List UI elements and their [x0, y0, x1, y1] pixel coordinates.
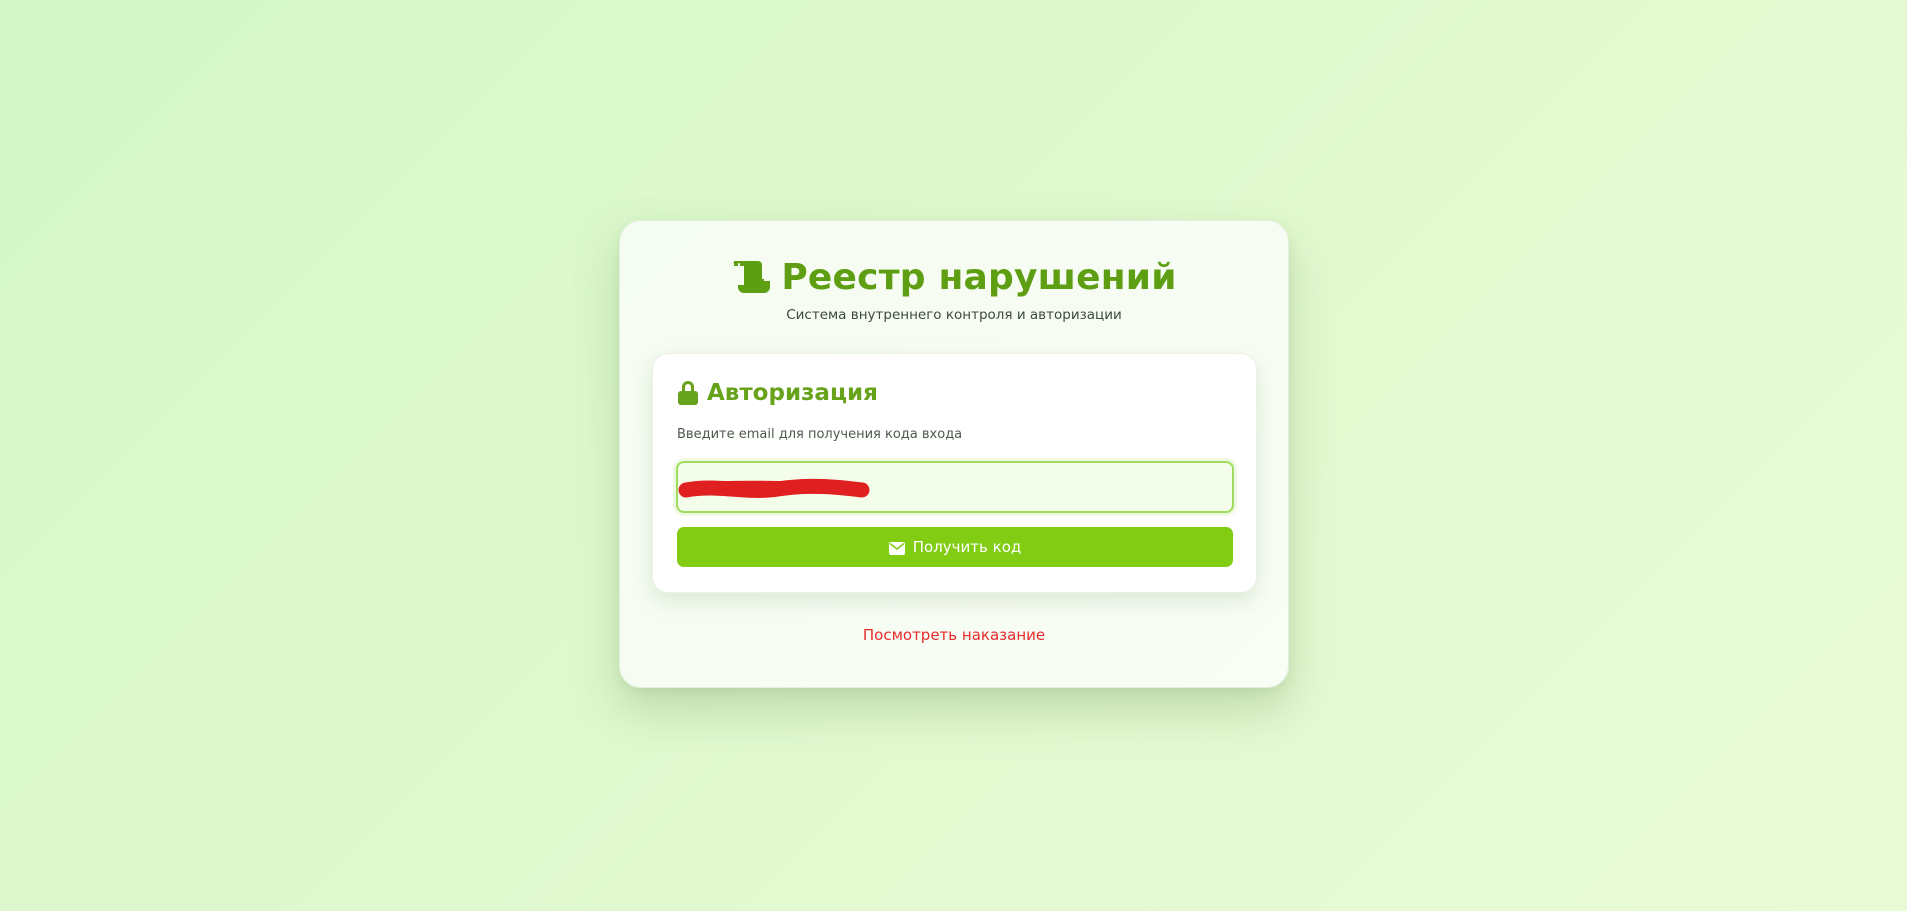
view-punishment-link[interactable]: Посмотреть наказание [620, 626, 1288, 644]
auth-heading: Авторизация [707, 380, 878, 406]
auth-heading-row: Авторизация [677, 378, 878, 408]
scroll-icon [731, 259, 773, 295]
lock-icon [677, 380, 699, 406]
email-hint: Введите email для получения кода входа [677, 427, 963, 442]
page-subtitle: Система внутреннего контроля и авторизац… [786, 307, 1122, 323]
get-code-label: Получить код [912, 538, 1022, 556]
get-code-button[interactable]: Получить код [677, 527, 1233, 567]
login-card: Реестр нарушений Система внутреннего кон… [619, 220, 1289, 688]
auth-panel: Авторизация Введите email для получения … [652, 353, 1257, 593]
page-title: Реестр нарушений [781, 256, 1177, 298]
title-row: Реестр нарушений [620, 255, 1288, 299]
header: Реестр нарушений Система внутреннего кон… [620, 255, 1288, 323]
envelope-icon [888, 541, 905, 555]
email-field[interactable] [676, 461, 1234, 513]
